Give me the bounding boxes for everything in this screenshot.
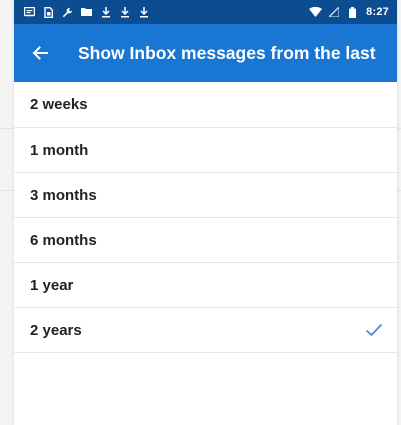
option-6-months[interactable]: 6 months [14, 218, 397, 263]
status-left-icons [23, 6, 149, 18]
sim-icon [43, 6, 54, 18]
download-icon [119, 6, 130, 18]
option-label: 2 weeks [30, 96, 88, 113]
signal-icon [327, 5, 340, 18]
back-button[interactable] [14, 24, 66, 82]
status-bar: 8:27 [14, 0, 397, 24]
option-label: 3 months [30, 186, 97, 204]
dialog-sheet: 8:27 Show Inbox messages from the last 2… [14, 0, 397, 425]
battery-icon [347, 6, 358, 18]
background-divider [0, 190, 14, 191]
option-label: 1 year [30, 276, 74, 294]
option-label: 1 month [30, 141, 89, 159]
download-icon [100, 6, 111, 18]
check-icon [365, 323, 383, 337]
background-divider [0, 128, 14, 129]
message-icon [23, 6, 36, 18]
page-title: Show Inbox messages from the last [78, 42, 376, 63]
wrench-icon [62, 7, 73, 18]
option-list: 2 weeks 1 month 3 months 6 months 1 year… [14, 82, 397, 353]
option-label: 6 months [30, 231, 97, 249]
option-2-weeks[interactable]: 2 weeks [14, 82, 397, 128]
option-1-year[interactable]: 1 year [14, 263, 397, 308]
arrow-left-icon [32, 46, 48, 60]
option-3-months[interactable]: 3 months [14, 173, 397, 218]
folder-icon [81, 7, 92, 18]
option-2-years[interactable]: 2 years [14, 308, 397, 353]
option-label: 2 years [30, 321, 82, 339]
status-time: 8:27 [366, 6, 389, 18]
download-icon [138, 6, 149, 18]
wifi-icon [309, 6, 323, 18]
app-bar: Show Inbox messages from the last [14, 24, 397, 82]
status-right-icons: 8:27 [309, 5, 389, 18]
option-1-month[interactable]: 1 month [14, 128, 397, 173]
